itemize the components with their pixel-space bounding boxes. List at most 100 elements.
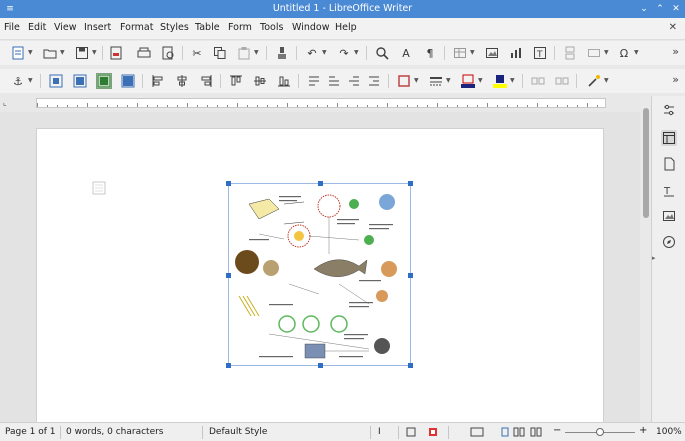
vertical-scrollbar[interactable] bbox=[641, 96, 651, 422]
selection-mode-icon[interactable] bbox=[406, 427, 416, 440]
properties-icon[interactable] bbox=[661, 130, 677, 146]
resize-handle-nw[interactable] bbox=[226, 181, 231, 186]
sidebar-collapse-icon[interactable]: ▸ bbox=[652, 254, 656, 262]
tab-stop-icon[interactable]: ⌞ bbox=[3, 98, 7, 107]
insert-table-icon[interactable] bbox=[452, 45, 468, 61]
multi-page-view-icon[interactable] bbox=[513, 427, 525, 440]
selected-image[interactable] bbox=[226, 181, 413, 368]
formatting-marks-icon[interactable]: ¶ bbox=[422, 45, 438, 61]
bring-forward-icon[interactable] bbox=[306, 73, 322, 89]
undo-icon[interactable]: ↶ bbox=[304, 45, 320, 61]
sidebar-settings-icon[interactable] bbox=[661, 102, 677, 118]
find-replace-icon[interactable] bbox=[374, 45, 390, 61]
menu-table[interactable]: Table bbox=[195, 22, 220, 33]
resize-handle-se[interactable] bbox=[408, 363, 413, 368]
close-window-icon[interactable]: ✕ bbox=[670, 3, 682, 15]
book-view-icon[interactable] bbox=[530, 427, 542, 440]
align-bottom-icon[interactable] bbox=[276, 73, 292, 89]
link-frames-icon[interactable] bbox=[530, 73, 546, 89]
menu-help[interactable]: Help bbox=[335, 22, 357, 33]
resize-handle-w[interactable] bbox=[226, 273, 231, 278]
minimize-icon[interactable]: ⌄ bbox=[638, 3, 650, 15]
border-color-dropdown-icon[interactable]: ▼ bbox=[478, 77, 483, 84]
menu-window[interactable]: Window bbox=[292, 22, 329, 33]
anchor-icon[interactable]: ⚓ bbox=[10, 73, 26, 89]
bring-front-icon[interactable] bbox=[346, 73, 362, 89]
new-dropdown-icon[interactable]: ▼ bbox=[28, 49, 33, 56]
document-modified-icon[interactable] bbox=[428, 427, 438, 440]
menu-styles[interactable]: Styles bbox=[160, 22, 189, 33]
field-dropdown-icon[interactable]: ▼ bbox=[604, 49, 609, 56]
print-icon[interactable] bbox=[136, 45, 152, 61]
undo-dropdown-icon[interactable]: ▼ bbox=[322, 49, 327, 56]
line-dropdown-icon[interactable]: ▼ bbox=[446, 77, 451, 84]
redo-icon[interactable]: ↷ bbox=[336, 45, 352, 61]
unlink-frames-icon[interactable] bbox=[554, 73, 570, 89]
line-style-icon[interactable] bbox=[428, 73, 444, 89]
align-right-icon[interactable] bbox=[198, 73, 214, 89]
align-top-icon[interactable] bbox=[228, 73, 244, 89]
image-effects-icon[interactable] bbox=[586, 73, 602, 89]
redo-dropdown-icon[interactable]: ▼ bbox=[354, 49, 359, 56]
zoom-in-icon[interactable]: + bbox=[639, 425, 647, 436]
send-back-icon[interactable] bbox=[366, 73, 382, 89]
insert-textbox-icon[interactable]: T bbox=[532, 45, 548, 61]
table-dropdown-icon[interactable]: ▼ bbox=[470, 49, 475, 56]
save-icon[interactable] bbox=[74, 45, 90, 61]
resize-handle-n[interactable] bbox=[318, 181, 323, 186]
zoom-level[interactable]: 100% bbox=[656, 427, 682, 437]
menu-format[interactable]: Format bbox=[120, 22, 153, 33]
wrap-optimal-icon[interactable] bbox=[96, 73, 112, 89]
open-icon[interactable] bbox=[42, 45, 58, 61]
navigator-icon[interactable] bbox=[661, 234, 677, 250]
zoom-out-icon[interactable]: − bbox=[553, 425, 561, 436]
border-style-icon[interactable] bbox=[396, 73, 412, 89]
fill-color-dropdown-icon[interactable]: ▼ bbox=[510, 77, 515, 84]
page-style[interactable]: Default Style bbox=[209, 427, 267, 437]
special-character-icon[interactable]: Ω bbox=[616, 45, 632, 61]
scrollbar-thumb[interactable] bbox=[643, 108, 649, 218]
new-document-icon[interactable] bbox=[10, 45, 26, 61]
menu-tools[interactable]: Tools bbox=[260, 22, 283, 33]
menu-view[interactable]: View bbox=[54, 22, 77, 33]
fill-color-icon[interactable] bbox=[492, 73, 508, 89]
open-dropdown-icon[interactable]: ▼ bbox=[60, 49, 65, 56]
special-char-dropdown-icon[interactable]: ▼ bbox=[634, 49, 639, 56]
zoom-slider-knob[interactable] bbox=[596, 428, 604, 436]
resize-handle-e[interactable] bbox=[408, 273, 413, 278]
resize-handle-sw[interactable] bbox=[226, 363, 231, 368]
save-dropdown-icon[interactable]: ▼ bbox=[92, 49, 97, 56]
styles-icon[interactable]: T bbox=[661, 182, 677, 198]
align-left-icon[interactable] bbox=[150, 73, 166, 89]
menu-file[interactable]: File bbox=[4, 22, 20, 33]
more-toolbar-icon[interactable]: » bbox=[672, 45, 679, 58]
menu-edit[interactable]: Edit bbox=[28, 22, 46, 33]
copy-icon[interactable] bbox=[212, 45, 228, 61]
cut-icon[interactable]: ✂ bbox=[189, 45, 205, 61]
more-frame-toolbar-icon[interactable]: » bbox=[672, 73, 679, 86]
resize-handle-ne[interactable] bbox=[408, 181, 413, 186]
export-pdf-icon[interactable] bbox=[108, 45, 124, 61]
clone-formatting-icon[interactable] bbox=[274, 45, 290, 61]
word-count[interactable]: 0 words, 0 characters bbox=[66, 427, 164, 437]
single-page-view-icon[interactable] bbox=[500, 427, 510, 440]
align-middle-icon[interactable] bbox=[252, 73, 268, 89]
signature-icon[interactable] bbox=[470, 427, 484, 440]
gallery-icon[interactable] bbox=[661, 208, 677, 224]
page-icon[interactable] bbox=[661, 156, 677, 172]
align-center-icon[interactable] bbox=[174, 73, 190, 89]
border-dropdown-icon[interactable]: ▼ bbox=[414, 77, 419, 84]
close-document-icon[interactable]: ✕ bbox=[669, 22, 677, 33]
paste-dropdown-icon[interactable]: ▼ bbox=[254, 49, 259, 56]
insert-chart-icon[interactable] bbox=[508, 45, 524, 61]
wrap-through-icon[interactable] bbox=[120, 73, 136, 89]
wrap-off-icon[interactable] bbox=[48, 73, 64, 89]
menu-insert[interactable]: Insert bbox=[84, 22, 111, 33]
resize-handle-s[interactable] bbox=[318, 363, 323, 368]
paste-icon[interactable] bbox=[236, 45, 252, 61]
menu-form[interactable]: Form bbox=[228, 22, 252, 33]
wrap-page-icon[interactable] bbox=[72, 73, 88, 89]
insert-mode-icon[interactable]: Ι bbox=[378, 427, 381, 437]
insert-field-icon[interactable] bbox=[586, 45, 602, 61]
insert-page-break-icon[interactable] bbox=[562, 45, 578, 61]
